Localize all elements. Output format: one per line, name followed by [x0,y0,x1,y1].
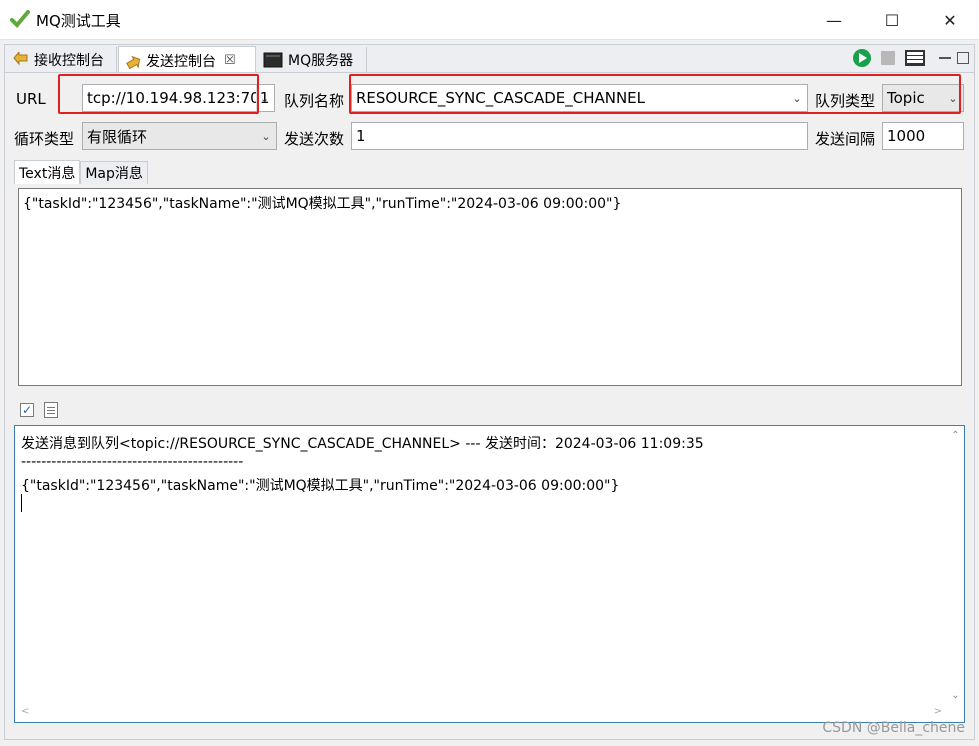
horizontal-scrollbar[interactable]: < > [15,705,948,722]
send-count-input[interactable]: 1 [351,122,808,150]
tab-label: MQ服务器 [288,53,354,69]
tab-receive-console[interactable]: 接收控制台 [7,47,117,73]
send-interval-label: 发送间隔 [815,130,876,148]
send-log-area[interactable]: 发送消息到队列<topic://RESOURCE_SYNC_CASCADE_CH… [14,425,965,723]
stop-icon[interactable] [881,51,895,65]
server-terminal-icon [263,52,283,68]
loop-type-label: 循环类型 [14,130,75,148]
url-label: URL [16,90,46,108]
loop-type-select[interactable]: 有限循环 ⌄ [82,122,277,150]
highlight-box-queue [349,74,961,114]
checkmark-app-icon [10,10,30,28]
log-line: {"taskId":"123456","taskName":"测试MQ模拟工具"… [21,478,620,494]
tab-send-console[interactable]: 发送控制台 ☒ [118,46,256,74]
watermark: CSDN @Bella_chene [822,720,965,736]
tab-label: 发送控制台 [146,53,216,70]
send-count-value: 1 [356,127,366,145]
title-bar: MQ测试工具 — ☐ ✕ [0,0,979,40]
maximize-view-icon[interactable] [957,52,969,64]
send-count-label: 发送次数 [284,130,345,148]
loop-type-value: 有限循环 [87,127,148,146]
message-body-textarea[interactable]: {"taskId":"123456","taskName":"测试MQ模拟工具"… [18,188,962,386]
queue-name-label: 队列名称 [284,92,345,110]
scroll-down-icon[interactable]: ⌄ [947,690,964,701]
scroll-up-icon[interactable]: ⌃ [947,430,964,441]
minimize-button[interactable]: — [805,0,863,40]
receive-arrow-icon [13,52,29,68]
checkbox-icon[interactable]: ✓ [20,403,34,417]
highlight-box-url [58,74,259,114]
scroll-right-icon[interactable]: > [934,706,942,717]
log-separator: ----------------------------------------… [21,454,244,470]
send-arrow-icon [125,53,141,69]
tab-mq-server[interactable]: MQ服务器 [257,47,367,73]
scroll-left-icon[interactable]: < [21,706,29,717]
log-toolbar: ✓ [20,402,58,418]
maximize-button[interactable]: ☐ [863,0,921,40]
chevron-down-icon[interactable]: ⌄ [258,123,274,149]
text-caret [21,494,22,512]
tab-map-message[interactable]: Map消息 [80,161,148,184]
play-icon[interactable] [853,49,871,67]
tab-text-message[interactable]: Text消息 [14,160,81,184]
send-interval-input[interactable]: 1000 [882,122,964,150]
clear-log-icon[interactable] [44,402,58,418]
console-tab-bar: 接收控制台 发送控制台 ☒ MQ服务器 [4,44,975,74]
log-line: 发送消息到队列<topic://RESOURCE_SYNC_CASCADE_CH… [21,436,704,452]
window-title: MQ测试工具 [36,12,121,30]
send-interval-value: 1000 [887,127,926,145]
close-button[interactable]: ✕ [921,0,979,40]
minimize-view-icon[interactable] [939,57,951,59]
tab-close-icon[interactable]: ☒ [224,53,236,68]
console-view-icon[interactable] [905,50,925,66]
vertical-scrollbar[interactable]: ⌃ ⌄ [947,426,964,705]
view-toolbar [853,49,969,67]
message-type-tabs: Text消息 Map消息 [14,160,148,184]
tab-label: 接收控制台 [34,53,104,69]
